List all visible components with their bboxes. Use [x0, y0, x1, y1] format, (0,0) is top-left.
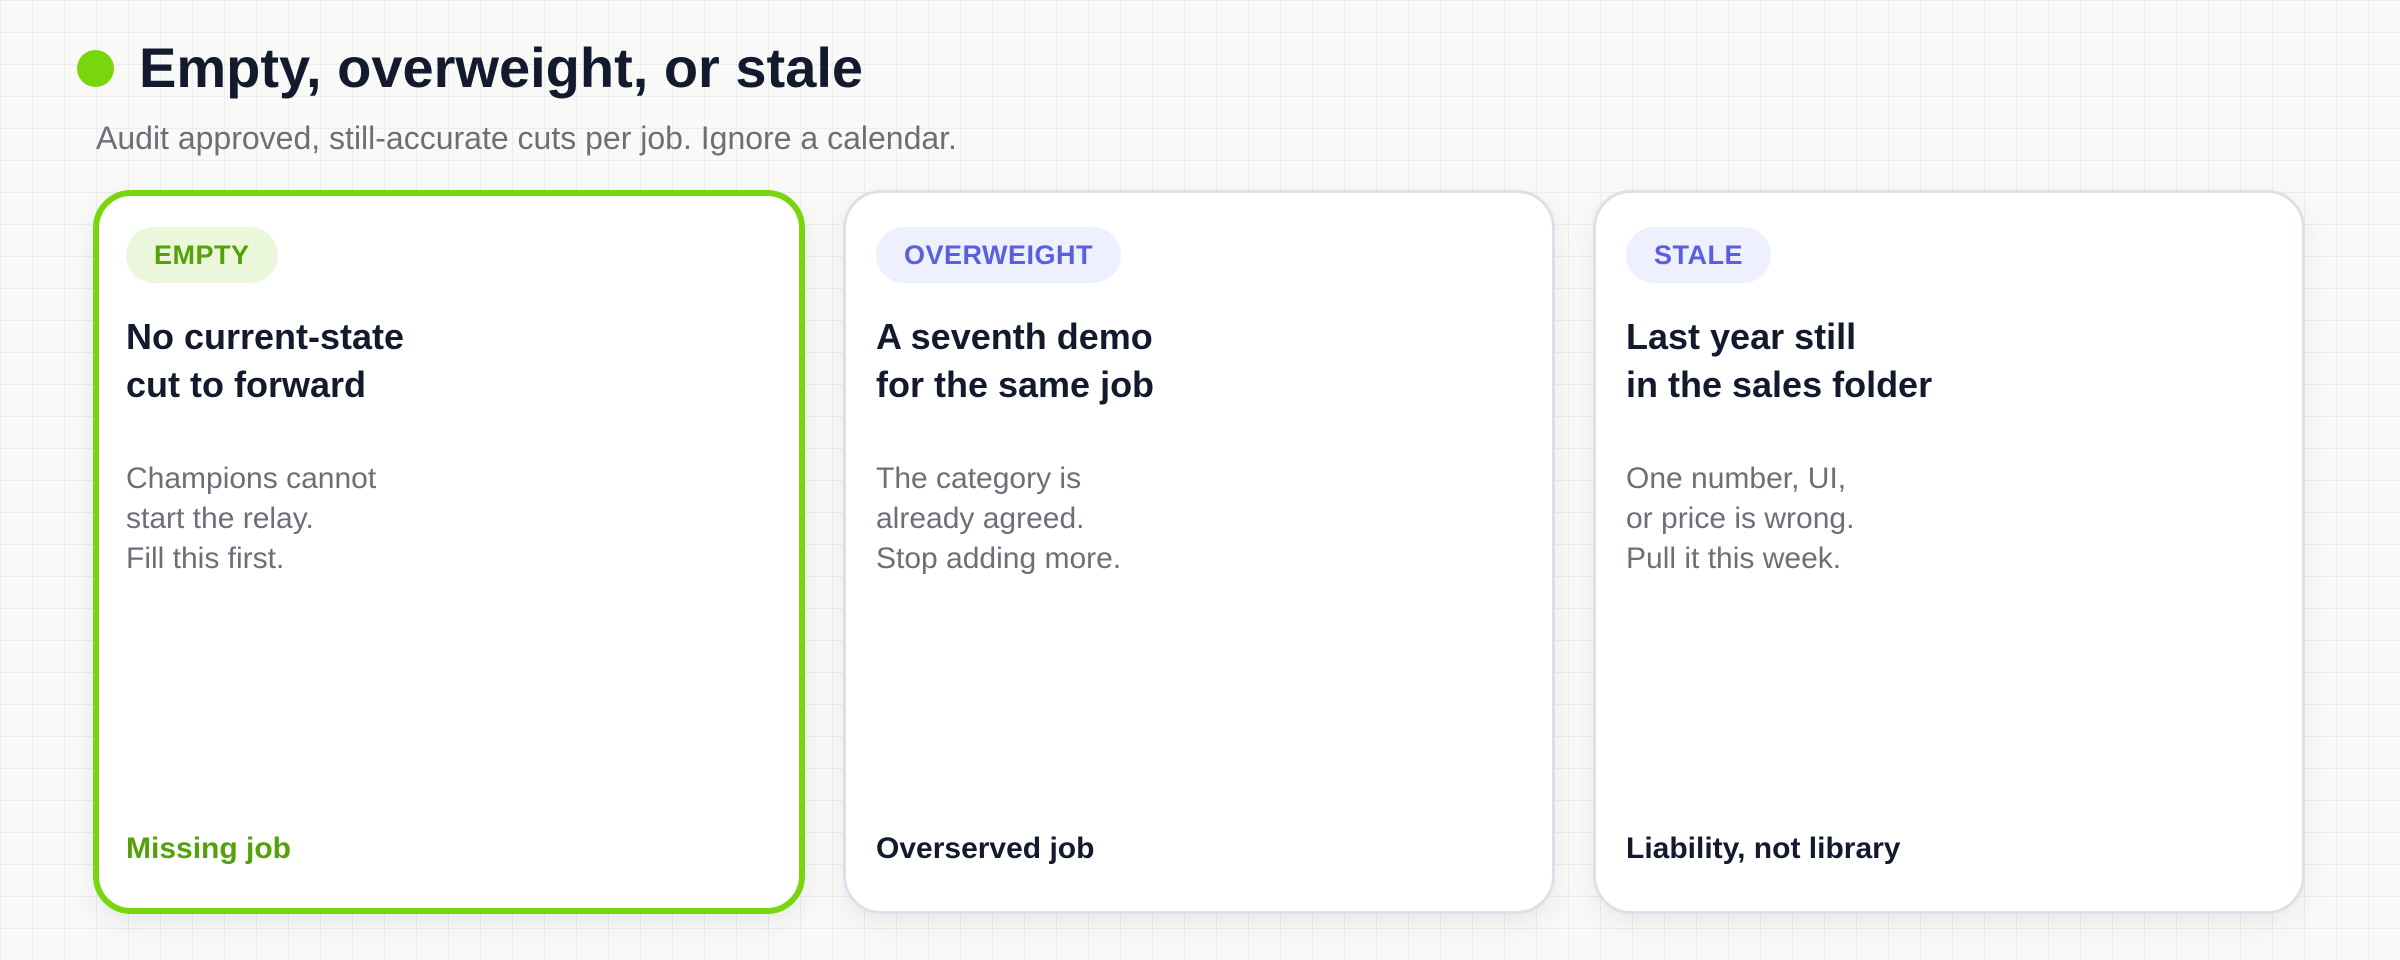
card-footer: Missing job: [126, 832, 291, 865]
badge-empty: EMPTY: [126, 227, 278, 283]
badge-stale: STALE: [1626, 227, 1771, 283]
card-overweight: OVERWEIGHT A seventh demo for the same j…: [843, 190, 1555, 914]
status-dot-icon: [77, 49, 114, 87]
card-body: The category is already agreed. Stop add…: [876, 462, 1122, 575]
card-body: One number, UI, or price is wrong. Pull …: [1626, 462, 1855, 575]
card-title: Last year still in the sales folder: [1626, 316, 1933, 405]
card-stale: STALE Last year still in the sales folde…: [1593, 190, 2305, 914]
page-subtitle: Audit approved, still-accurate cuts per …: [96, 120, 957, 156]
card-empty: EMPTY No current-state cut to forward Ch…: [93, 190, 805, 914]
page-title: Empty, overweight, or stale: [139, 36, 864, 99]
card-title: No current-state cut to forward: [126, 316, 405, 405]
card-footer: Overserved job: [876, 832, 1095, 865]
badge-overweight: OVERWEIGHT: [876, 227, 1122, 283]
card-title: A seventh demo for the same job: [876, 316, 1155, 405]
card-row: EMPTY No current-state cut to forward Ch…: [93, 190, 2305, 914]
card-body: Champions cannot start the relay. Fill t…: [126, 462, 377, 575]
header: Empty, overweight, or stale: [77, 34, 863, 102]
card-footer: Liability, not library: [1626, 832, 1901, 865]
